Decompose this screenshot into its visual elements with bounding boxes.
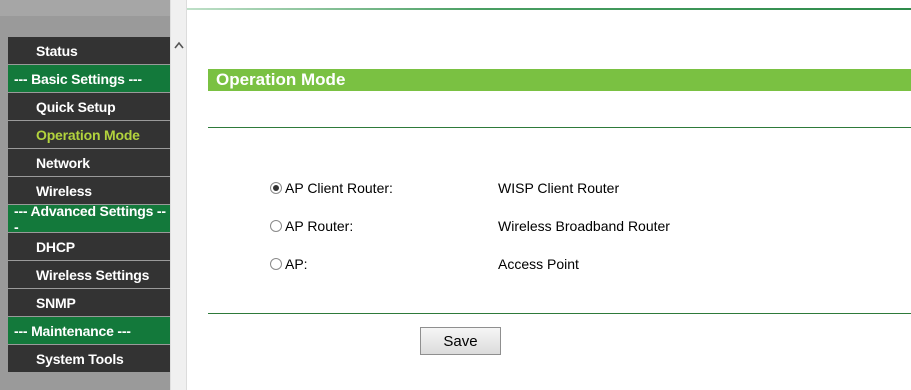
option-ap-router[interactable]: AP Router: Wireless Broadband Router [270,216,670,236]
scroll-thumb[interactable] [172,56,185,386]
sidebar-item-dhcp[interactable]: DHCP [8,233,170,260]
sidebar-section-advanced-settings: --- Advanced Settings --- [8,203,170,235]
sidebar-item-quick-setup[interactable]: Quick Setup [8,93,170,120]
option-ap-client-router[interactable]: AP Client Router: WISP Client Router [270,178,619,198]
sidebar-menu: Status --- Basic Settings --- Quick Setu… [8,37,170,373]
option-label: AP: [285,256,308,272]
radio-selected-dot [273,185,279,191]
option-description: Wireless Broadband Router [498,218,670,234]
radio-ap[interactable] [270,258,282,270]
sidebar-scrollbar[interactable] [170,0,187,390]
save-button[interactable]: Save [420,327,501,355]
sidebar-item-operation-mode[interactable]: Operation Mode [8,121,170,148]
sidebar-item-network[interactable]: Network [8,149,170,176]
page-title: Operation Mode [208,69,911,91]
option-description: WISP Client Router [498,180,620,196]
option-description: Access Point [498,256,579,272]
sidebar-item-snmp[interactable]: SNMP [8,289,170,316]
sidebar-item-system-tools[interactable]: System Tools [8,345,170,372]
sidebar-section-basic-settings: --- Basic Settings --- [8,65,170,92]
sidebar-item-status[interactable]: Status [8,37,170,64]
scroll-up-button[interactable] [171,36,187,54]
option-label: AP Client Router: [285,180,393,196]
sidebar-item-wireless[interactable]: Wireless [8,177,170,204]
radio-ap-router[interactable] [270,220,282,232]
main-content: Operation Mode AP Client Router: WISP Cl… [187,0,911,390]
radio-ap-client-router[interactable] [270,182,282,194]
sidebar-item-wireless-settings[interactable]: Wireless Settings [8,261,170,288]
option-ap[interactable]: AP: Access Point [270,254,579,274]
top-divider [187,8,911,10]
option-label: AP Router: [285,218,354,234]
divider-bottom [208,313,911,314]
sidebar-section-maintenance: --- Maintenance --- [8,317,170,344]
chevron-up-icon [174,41,184,49]
sidebar-top-bar [0,0,170,16]
sidebar: Status --- Basic Settings --- Quick Setu… [0,0,170,390]
divider-top [208,127,911,128]
